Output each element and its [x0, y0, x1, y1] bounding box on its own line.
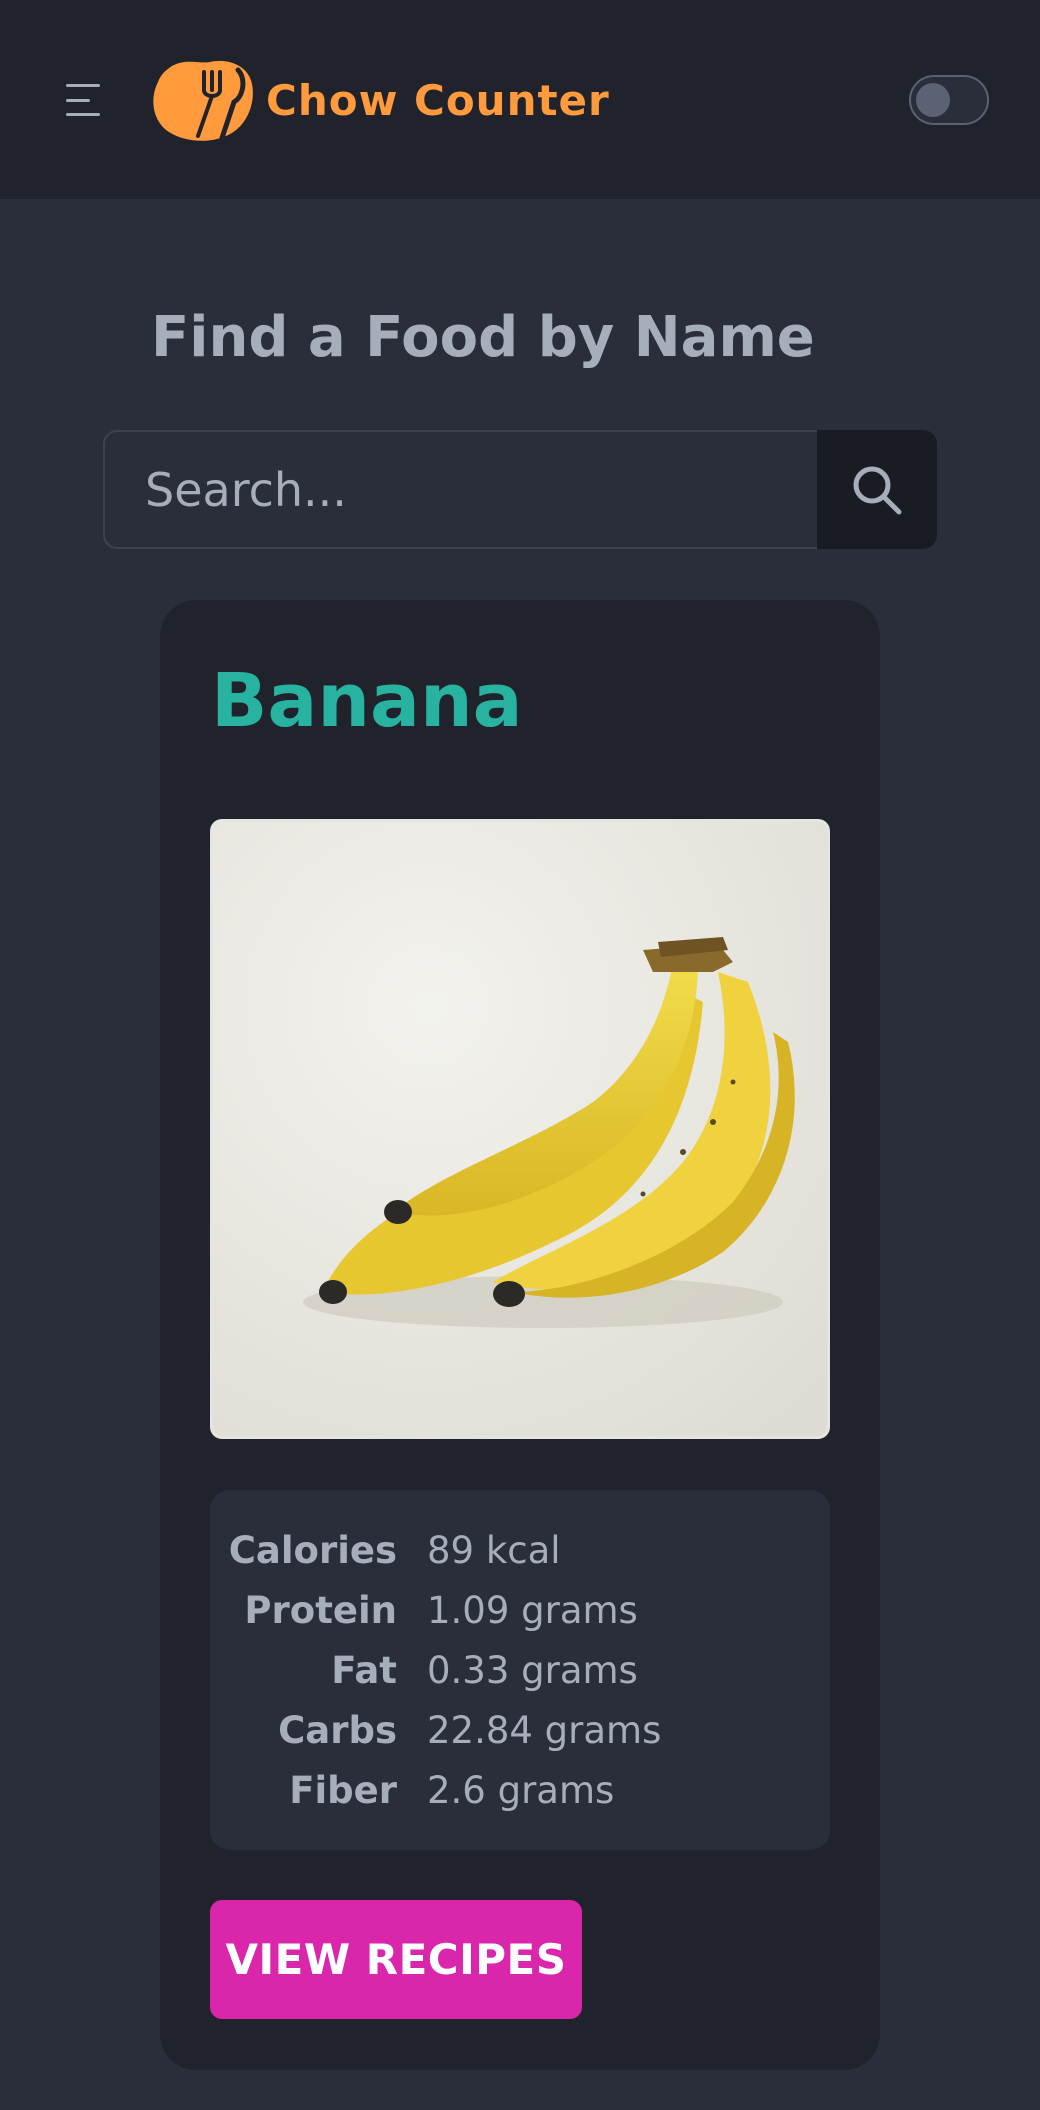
nutrition-label: Fat [331, 1648, 397, 1692]
food-card: Banana Calories 89 kcal Protein 1.09 gra… [160, 600, 880, 2070]
nutrition-value: 22.84 grams [427, 1708, 662, 1752]
food-image [210, 819, 830, 1439]
app-logo[interactable]: Chow Counter [152, 58, 610, 142]
search-button[interactable] [817, 430, 937, 549]
nutrition-value: 2.6 grams [427, 1768, 615, 1812]
food-name: Banana [211, 658, 523, 744]
toggle-knob [916, 83, 950, 117]
nutrition-row-protein: Protein 1.09 grams [210, 1580, 830, 1640]
nutrition-row-calories: Calories 89 kcal [210, 1520, 830, 1580]
nutrition-value: 0.33 grams [427, 1648, 638, 1692]
search-icon [853, 466, 902, 514]
nutrition-label: Carbs [278, 1708, 397, 1752]
search-input[interactable] [103, 430, 817, 549]
nutrition-label: Protein [244, 1588, 397, 1632]
nutrition-value: 89 kcal [427, 1528, 561, 1572]
nutrition-row-fiber: Fiber 2.6 grams [210, 1760, 830, 1820]
nutrition-label: Fiber [289, 1768, 397, 1812]
app-name: Chow Counter [266, 75, 610, 125]
search-bar [103, 430, 937, 549]
nutrition-label: Calories [228, 1528, 397, 1572]
page-title: Find a Food by Name [151, 305, 815, 370]
navbar: Chow Counter [0, 0, 1040, 199]
view-recipes-button[interactable]: VIEW RECIPES [210, 1900, 582, 2019]
menu-icon[interactable] [62, 80, 110, 120]
fork-knife-logo-icon [153, 60, 253, 141]
nutrition-value: 1.09 grams [427, 1588, 638, 1632]
theme-toggle[interactable] [909, 75, 989, 125]
nutrition-table: Calories 89 kcal Protein 1.09 grams Fat … [210, 1490, 830, 1850]
nutrition-row-carbs: Carbs 22.84 grams [210, 1700, 830, 1760]
nutrition-row-fat: Fat 0.33 grams [210, 1640, 830, 1700]
